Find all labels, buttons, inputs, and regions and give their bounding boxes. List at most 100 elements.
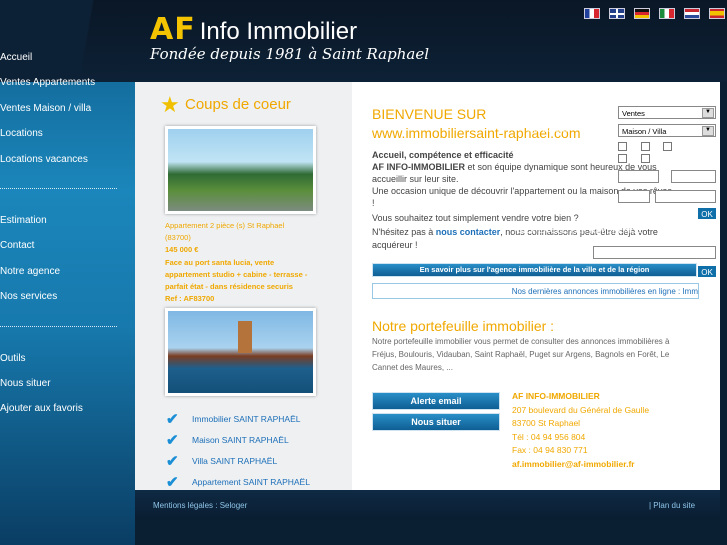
portfolio-text-2: Fréjus, Boulouris, Vidauban, Saint Rapha…: [372, 350, 670, 359]
pieces-value-3: 3: [674, 143, 678, 150]
nav-contact[interactable]: Contact: [0, 238, 135, 263]
nav-accueil[interactable]: Accueil: [0, 50, 135, 75]
nav-estimation[interactable]: Estimation: [0, 213, 135, 238]
ref-input[interactable]: [593, 246, 716, 259]
nav-nous-situer[interactable]: Nous situer: [0, 376, 135, 401]
welcome-subtitle: Accueil, compétence et efficacité: [372, 150, 514, 160]
legal-link[interactable]: Mentions légales : Seloger: [153, 501, 247, 510]
nav-nos-services[interactable]: Nos services: [0, 289, 135, 314]
city-link[interactable]: ✔ Appartement SAINT RAPHAËL: [166, 471, 310, 492]
chevron-down-icon: ▼: [702, 126, 714, 136]
language-flags: [584, 8, 725, 19]
agency-address: AF INFO-IMMOBILIER 207 boulevard du Géné…: [512, 390, 649, 472]
portfolio-text-3: Cannet des Maures, ...: [372, 363, 453, 372]
nav-notre-agence[interactable]: Notre agence: [0, 264, 135, 289]
email-alert-button[interactable]: Alerte email: [372, 392, 500, 410]
pieces-checkbox-3[interactable]: [663, 142, 672, 151]
surface-label: Superficie: [527, 193, 556, 200]
italian-flag-icon[interactable]: [659, 8, 675, 19]
budget-max-input[interactable]: [671, 170, 716, 183]
german-flag-icon[interactable]: [634, 8, 650, 19]
pieces-label: Nbre pièces: [527, 150, 562, 157]
welcome-title: BIENVENUE SUR: [372, 106, 487, 122]
property-city: (83700): [165, 233, 191, 243]
budget-label: Budget (€): [527, 173, 558, 180]
pieces-checkbox-1[interactable]: [618, 142, 627, 151]
nav-ventes-maison[interactable]: Ventes Maison / villa: [0, 101, 135, 126]
contact-link[interactable]: nous contacter: [436, 227, 501, 237]
welcome-text-4: !: [372, 198, 375, 208]
address-email[interactable]: af.immobilier@af-immobilier.fr: [512, 458, 649, 472]
address-fax: Fax : 04 94 830 771: [512, 445, 588, 456]
dutch-flag-icon[interactable]: [684, 8, 700, 19]
address-tel: Tél : 04 94 956 804: [512, 431, 586, 442]
portfolio-text-1: Notre portefeuille immobilier vous perme…: [372, 337, 670, 346]
ref-label: Numéro :: [527, 249, 554, 256]
french-flag-icon[interactable]: [584, 8, 600, 19]
featured-property[interactable]: Appartement 2 pièce (s) St Raphael (8370…: [165, 220, 345, 305]
property-photo-1[interactable]: [165, 126, 316, 214]
tagline: Fondée depuis 1981 à Saint Raphael: [150, 45, 429, 63]
welcome-text: N'hésitez pas à: [372, 227, 436, 237]
nav-divider: [0, 187, 117, 189]
tower-shape: [238, 321, 252, 353]
main-nav: Accueil Ventes Appartements Ventes Maiso…: [0, 50, 135, 427]
property-ref: Ref : AF83700: [165, 294, 215, 304]
property-desc-3: parfait état - dans résidence securis: [165, 282, 293, 292]
agency-name: AF INFO-IMMOBILIER: [372, 162, 465, 172]
checkmark-icon: ✔: [166, 473, 179, 491]
nav-ajouter-favoris[interactable]: Ajouter aux favoris: [0, 401, 135, 426]
nav-locations-vacances[interactable]: Locations vacances: [0, 152, 135, 177]
city-link-label: Immobilier SAINT RAPHAËL: [192, 413, 301, 424]
latest-listings-ticker[interactable]: Nos dernières annonces immobilières en l…: [372, 283, 699, 299]
pieces-checkbox-2[interactable]: [641, 142, 650, 151]
sitemap-link[interactable]: | Plan du site: [649, 501, 695, 510]
city-links: ✔ Immobilier SAINT RAPHAËL ✔ Maison SAINT …: [166, 408, 310, 492]
city-link[interactable]: ✔ Villa SAINT RAPHAËL: [166, 450, 310, 471]
city-link[interactable]: ✔ Immobilier SAINT RAPHAËL: [166, 408, 310, 429]
property-photo-2[interactable]: [165, 308, 316, 396]
welcome-text-2: accueillir sur leur site.: [372, 174, 459, 184]
ref-ok-button[interactable]: OK: [697, 265, 717, 278]
property-price: 145 000 €: [165, 245, 199, 255]
pieces-value-1: 1: [629, 143, 633, 150]
property-desc-2: appartement studio + cabine - terrasse -: [165, 269, 308, 279]
locate-us-button[interactable]: Nous situer: [372, 413, 500, 431]
transaction-select[interactable]: Ventes ▼: [618, 106, 716, 119]
star-icon: ★: [160, 92, 180, 117]
chevron-down-icon: ▼: [702, 108, 714, 118]
nav-outils[interactable]: Outils: [0, 351, 135, 376]
site-logo[interactable]: AF Info Immobilier: [150, 12, 357, 47]
agency-info-button[interactable]: En savoir plus sur l'agence immobilière …: [372, 263, 697, 277]
budget-min-input[interactable]: [618, 170, 659, 183]
type-value: Maison / Villa: [622, 127, 667, 136]
property-desc-1: Face au port santa lucia, vente: [165, 257, 275, 267]
city-link-label: Appartement SAINT RAPHAËL: [192, 476, 310, 487]
type-label: Type de biens: [527, 127, 568, 134]
nav-ventes-appartements[interactable]: Ventes Appartements: [0, 75, 135, 100]
pieces-checkbox-5[interactable]: [641, 154, 650, 163]
pieces-checkbox-4[interactable]: [618, 154, 627, 163]
nav-locations[interactable]: Locations: [0, 126, 135, 151]
address-street: 207 boulevard du Général de Gaulle: [512, 404, 650, 415]
quick-search-title: RECHERCHE RAPIDE :: [514, 86, 607, 96]
checkmark-icon: ✔: [166, 410, 179, 428]
welcome-text-6: acquéreur !: [372, 240, 418, 250]
transaction-value: Ventes: [622, 109, 645, 118]
nav-divider: [0, 325, 117, 327]
type-select[interactable]: Maison / Villa ▼: [618, 124, 716, 137]
english-flag-icon[interactable]: [609, 8, 625, 19]
search-ok-button[interactable]: OK: [697, 207, 717, 220]
spanish-flag-icon[interactable]: [709, 8, 725, 19]
city-link[interactable]: ✔ Maison SAINT RAPHAËL: [166, 429, 310, 450]
pieces-value-2: 2: [652, 143, 656, 150]
address-city: 83700 St Raphael: [512, 418, 581, 429]
surface-min-input[interactable]: [618, 190, 650, 203]
city-link-label: Maison SAINT RAPHAËL: [192, 434, 289, 445]
checkmark-icon: ✔: [166, 452, 179, 470]
pieces-value-5: 5: [652, 155, 656, 162]
budget-separator: à: [662, 173, 666, 180]
surface-max-input[interactable]: [655, 190, 716, 203]
address-name: AF INFO-IMMOBILIER: [512, 391, 600, 401]
portfolio-title: Notre portefeuille immobilier :: [372, 318, 555, 334]
